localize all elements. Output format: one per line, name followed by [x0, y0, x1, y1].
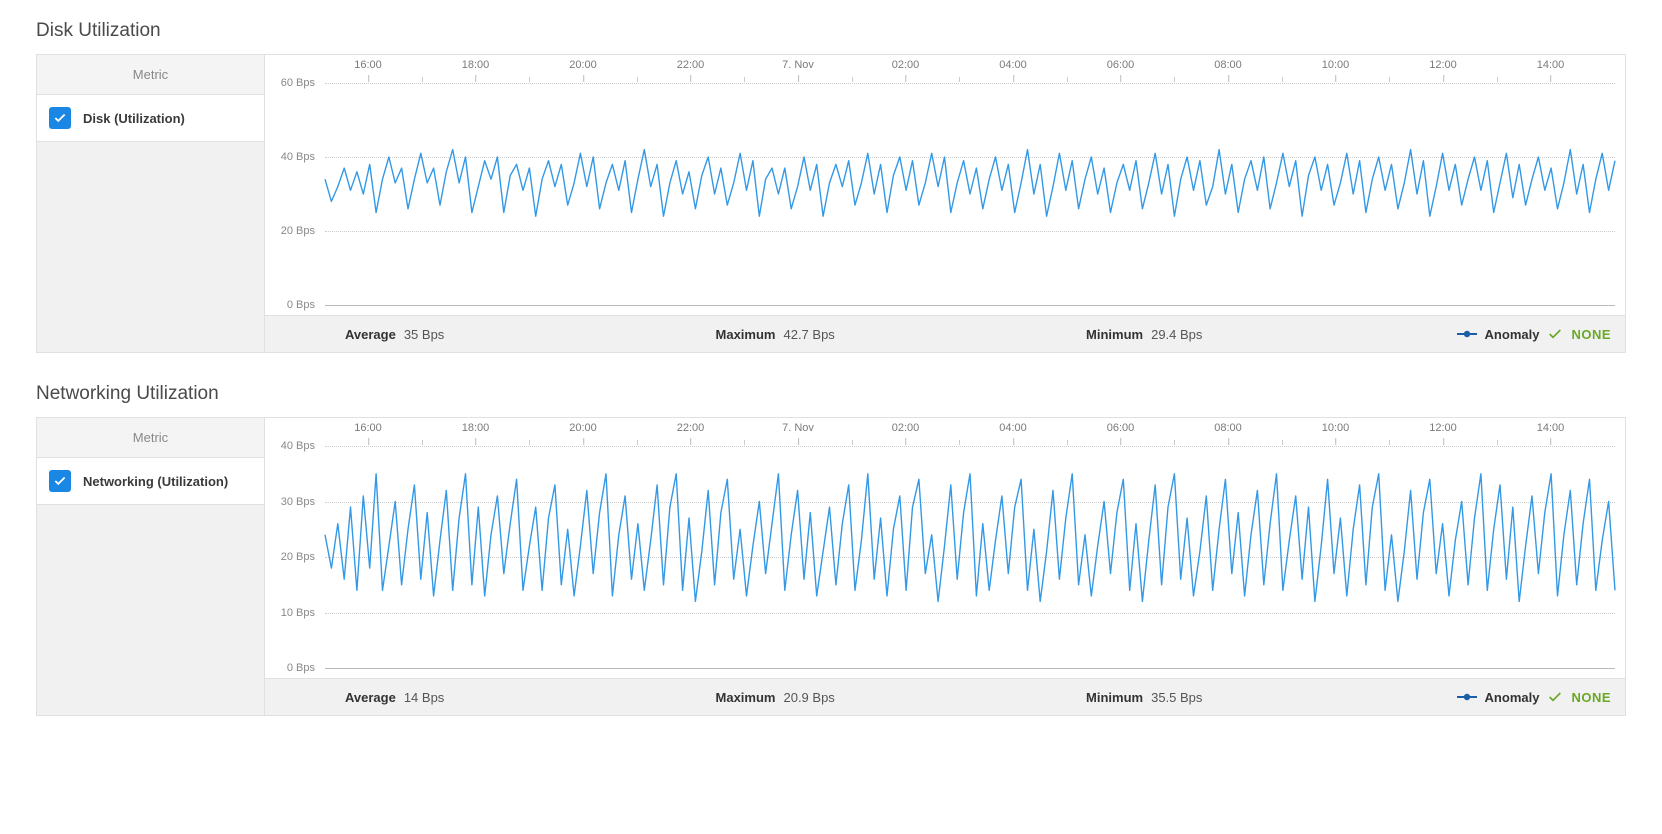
- metric-name: Disk (Utilization): [83, 111, 185, 126]
- anomaly-legend-icon: [1457, 329, 1477, 339]
- networking-utilization-section: Networking Utilization Metric Networking…: [36, 383, 1626, 716]
- metric-column: Metric Networking (Utilization): [37, 418, 265, 715]
- metric-row-networking[interactable]: Networking (Utilization): [37, 458, 264, 505]
- check-icon: [1547, 326, 1563, 342]
- stat-maximum: Maximum 20.9 Bps: [716, 690, 1077, 705]
- stats-bar-disk: Average 35 Bps Maximum 42.7 Bps Minimum …: [265, 315, 1625, 352]
- metric-row-disk[interactable]: Disk (Utilization): [37, 95, 264, 142]
- networking-panel: Metric Networking (Utilization) 0 Bps10 …: [36, 417, 1626, 716]
- checkbox-checked-icon[interactable]: [49, 470, 71, 492]
- metric-header: Metric: [37, 55, 264, 95]
- stats-bar-networking: Average 14 Bps Maximum 20.9 Bps Minimum …: [265, 678, 1625, 715]
- chart-column: 0 Bps20 Bps40 Bps60 Bps16:0018:0020:0022…: [265, 55, 1625, 352]
- metric-column: Metric Disk (Utilization): [37, 55, 265, 352]
- metric-header: Metric: [37, 418, 264, 458]
- metric-name: Networking (Utilization): [83, 474, 228, 489]
- anomaly-group: Anomaly NONE: [1457, 689, 1611, 705]
- stat-minimum: Minimum 29.4 Bps: [1086, 327, 1447, 342]
- disk-utilization-section: Disk Utilization Metric Disk (Utilizatio…: [36, 20, 1626, 353]
- anomaly-legend-icon: [1457, 692, 1477, 702]
- section-title-disk: Disk Utilization: [36, 20, 1626, 42]
- chart-area-networking[interactable]: 0 Bps10 Bps20 Bps30 Bps40 Bps16:0018:002…: [265, 418, 1625, 678]
- stat-average: Average 14 Bps: [345, 690, 706, 705]
- stat-maximum: Maximum 42.7 Bps: [716, 327, 1077, 342]
- section-title-networking: Networking Utilization: [36, 383, 1626, 405]
- stat-minimum: Minimum 35.5 Bps: [1086, 690, 1447, 705]
- stat-average: Average 35 Bps: [345, 327, 706, 342]
- check-icon: [1547, 689, 1563, 705]
- chart-column: 0 Bps10 Bps20 Bps30 Bps40 Bps16:0018:002…: [265, 418, 1625, 715]
- chart-area-disk[interactable]: 0 Bps20 Bps40 Bps60 Bps16:0018:0020:0022…: [265, 55, 1625, 315]
- anomaly-group: Anomaly NONE: [1457, 326, 1611, 342]
- disk-panel: Metric Disk (Utilization) 0 Bps20 Bps40 …: [36, 54, 1626, 353]
- checkbox-checked-icon[interactable]: [49, 107, 71, 129]
